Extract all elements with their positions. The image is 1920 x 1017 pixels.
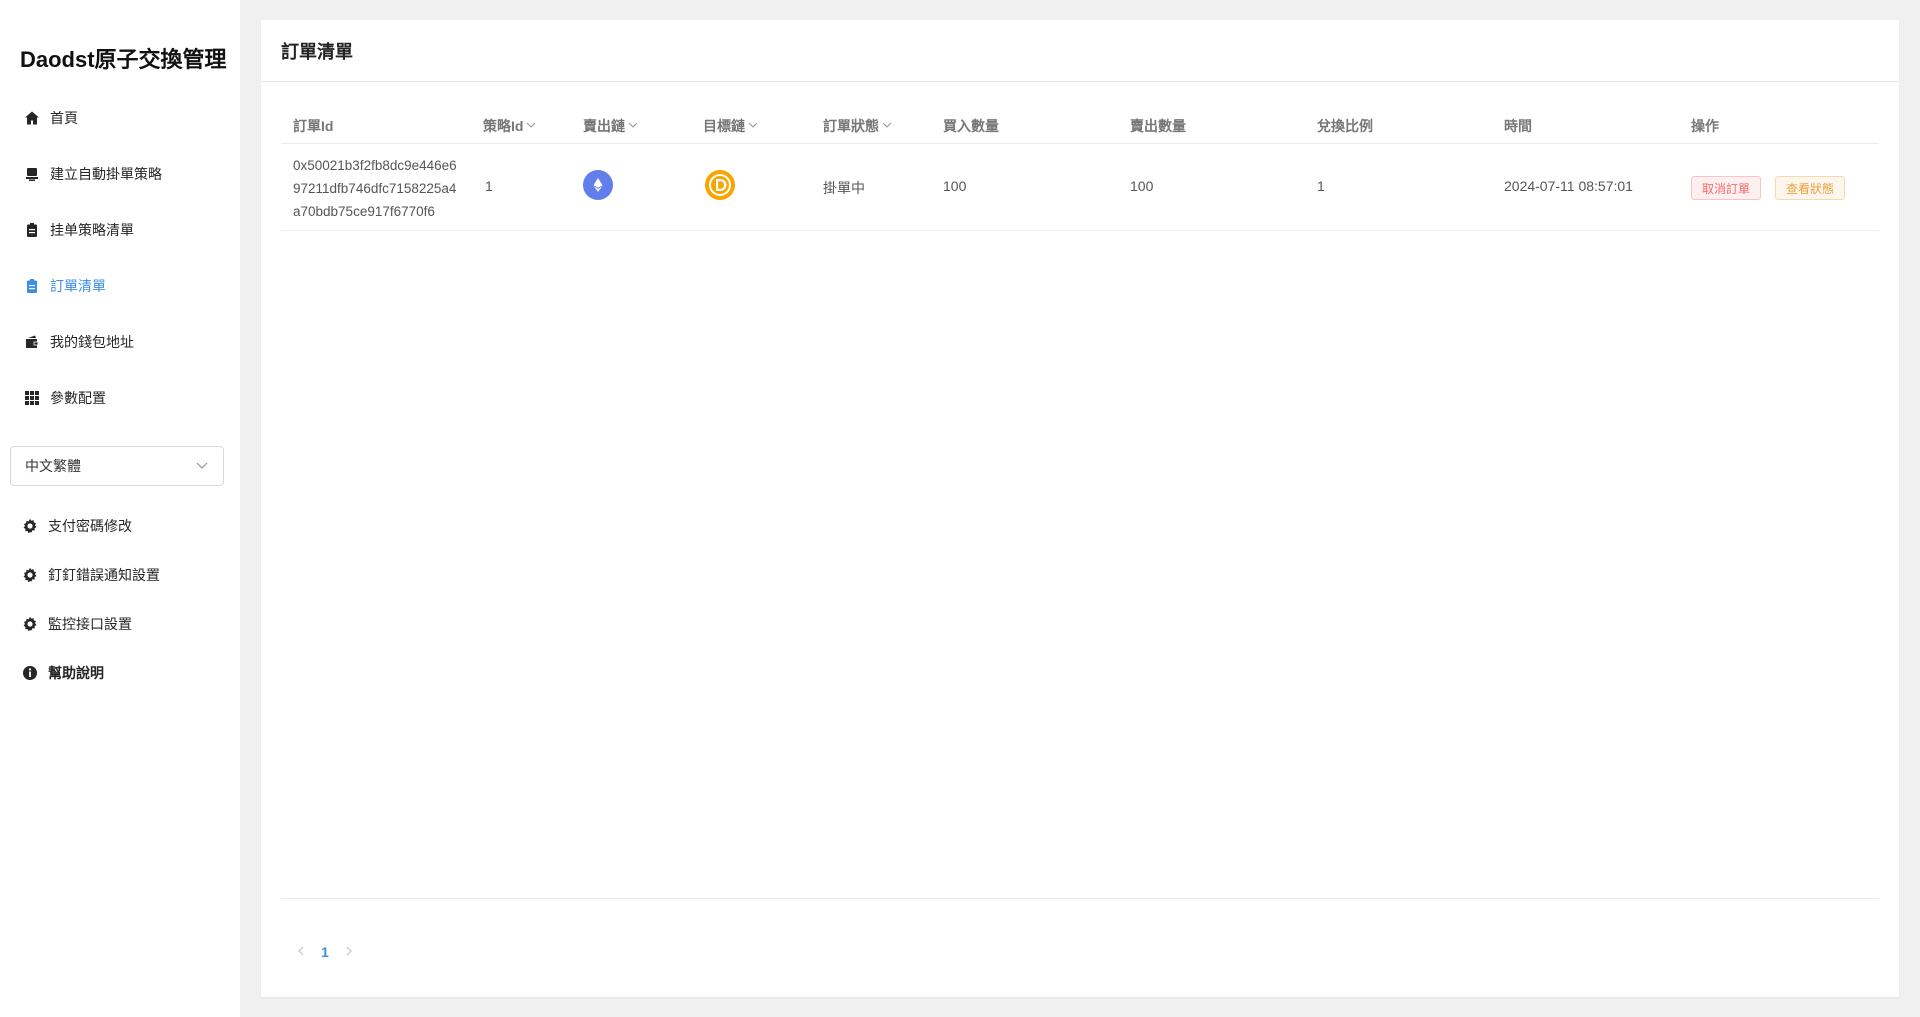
chevron-down-icon — [195, 458, 209, 475]
pagination: 1 — [291, 944, 359, 960]
prev-page-button[interactable] — [291, 944, 311, 960]
language-select[interactable]: 中文繁體 — [10, 446, 224, 486]
grid-icon — [24, 390, 40, 406]
sidebar-item-label: 首頁 — [50, 110, 78, 126]
sidebar-item-help[interactable]: 幫助說明 — [22, 661, 104, 685]
table-header: 訂單Id 策略Id 賣出鏈 目標鏈 訂單狀態 買入數量 賣出數量 兌換比例 時間… — [281, 104, 1879, 144]
column-header-target-chain[interactable]: 目標鏈 — [703, 116, 759, 136]
clipboard-icon — [24, 278, 40, 294]
chevron-left-icon — [298, 946, 304, 956]
sidebar-item-label: 參數配置 — [50, 390, 106, 406]
page-number[interactable]: 1 — [311, 944, 339, 960]
ratio-cell: 1 — [1317, 178, 1325, 194]
ethereum-icon — [583, 170, 613, 200]
sidebar: Daodst原子交換管理 首頁 建立自動掛單策略 挂单策略清單 訂單清單 我的錢… — [0, 0, 240, 1017]
sidebar-item-label: 釘釘錯誤通知設置 — [48, 567, 160, 583]
app-title: Daodst原子交換管理 — [20, 47, 227, 72]
sidebar-item-home[interactable]: 首頁 — [24, 106, 78, 130]
orders-table: 訂單Id 策略Id 賣出鏈 目標鏈 訂單狀態 買入數量 賣出數量 兌換比例 時間… — [281, 104, 1879, 231]
column-header-order-status[interactable]: 訂單狀態 — [823, 116, 893, 136]
next-page-button[interactable] — [339, 944, 359, 960]
page-title: 訂單清單 — [261, 20, 1899, 82]
sidebar-item-wallet-address[interactable]: 我的錢包地址 — [24, 330, 134, 354]
table-footer-divider — [281, 898, 1879, 899]
gear-icon — [22, 567, 38, 583]
column-header-ratio: 兌換比例 — [1317, 118, 1373, 134]
column-header-sell-chain[interactable]: 賣出鏈 — [583, 116, 639, 136]
order-status-cell: 掛單中 — [823, 180, 865, 196]
order-list-card: 訂單清單 訂單Id 策略Id 賣出鏈 目標鏈 訂單狀態 買入數量 賣出數量 兌換… — [261, 20, 1899, 997]
table-row: 0x50021b3f2fb8dc9e446e697211dfb746dfc715… — [281, 144, 1879, 231]
chevron-right-icon — [346, 946, 352, 956]
gear-icon — [22, 518, 38, 534]
gear-icon — [22, 616, 38, 632]
sidebar-item-label: 訂單清單 — [50, 278, 106, 294]
sidebar-item-payment-password[interactable]: 支付密碼修改 — [22, 514, 132, 538]
language-selected: 中文繁體 — [25, 458, 81, 474]
chevron-down-icon — [523, 118, 537, 134]
time-cell: 2024-07-11 08:57:01 — [1504, 178, 1633, 194]
daodst-coin-icon — [705, 170, 735, 200]
cancel-order-button[interactable]: 取消訂單 — [1691, 176, 1762, 200]
order-id-cell: 0x50021b3f2fb8dc9e446e697211dfb746dfc715… — [293, 158, 457, 219]
sidebar-item-order-list[interactable]: 訂單清單 — [24, 274, 106, 298]
chevron-down-icon — [745, 118, 759, 134]
sidebar-item-label: 支付密碼修改 — [48, 518, 132, 534]
clipboard-icon — [24, 222, 40, 238]
column-header-time: 時間 — [1504, 118, 1532, 134]
info-icon — [22, 665, 38, 681]
column-header-strategy-id[interactable]: 策略Id — [483, 116, 537, 136]
view-status-button[interactable]: 查看狀態 — [1775, 176, 1846, 200]
sidebar-item-label: 挂单策略清單 — [50, 222, 134, 238]
wallet-icon — [24, 334, 40, 350]
sidebar-item-label: 幫助說明 — [48, 665, 104, 681]
stamp-icon — [24, 166, 40, 182]
sidebar-item-create-strategy[interactable]: 建立自動掛單策略 — [24, 162, 162, 186]
strategy-id-cell: 1 — [485, 178, 493, 194]
column-header-buy-amount: 買入數量 — [943, 118, 999, 134]
column-header-actions: 操作 — [1691, 118, 1719, 134]
sidebar-item-label: 建立自動掛單策略 — [50, 166, 162, 182]
sidebar-item-monitor-api[interactable]: 監控接口設置 — [22, 612, 132, 636]
buy-amount-cell: 100 — [943, 178, 967, 194]
column-header-order-id: 訂單Id — [293, 118, 334, 134]
sidebar-item-strategy-list[interactable]: 挂单策略清單 — [24, 218, 134, 242]
chevron-down-icon — [625, 118, 639, 134]
sell-amount-cell: 100 — [1130, 178, 1154, 194]
sidebar-item-parameter-config[interactable]: 參數配置 — [24, 386, 106, 410]
column-header-sell-amount: 賣出數量 — [1130, 118, 1186, 134]
sidebar-item-label: 監控接口設置 — [48, 616, 132, 632]
sidebar-item-dingtalk-notification[interactable]: 釘釘錯誤通知設置 — [22, 563, 160, 587]
chevron-down-icon — [879, 118, 893, 134]
sidebar-item-label: 我的錢包地址 — [50, 334, 134, 350]
home-icon — [24, 110, 40, 126]
